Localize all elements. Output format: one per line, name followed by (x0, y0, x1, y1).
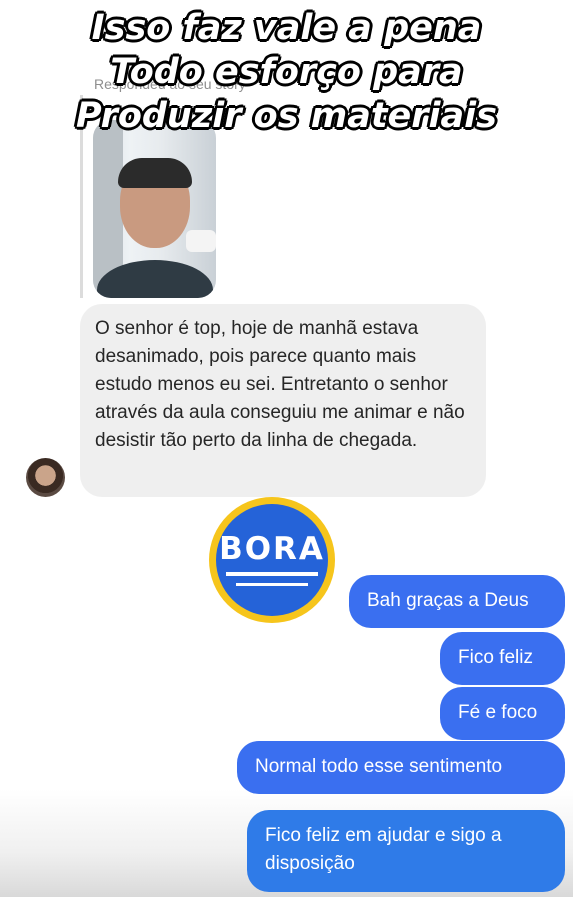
sent-message-bubble[interactable]: Fico feliz em ajudar e sigo a disposição (247, 810, 565, 892)
story-thumbnail[interactable] (93, 120, 216, 298)
thumbnail-person-hair (118, 158, 192, 188)
caption-line-3: Produzir os materiais (75, 95, 498, 137)
sent-message-bubble[interactable]: Bah graças a Deus (349, 575, 565, 628)
caption-line-1: Isso faz vale a pena (91, 7, 483, 49)
sticker-text: BORA (219, 531, 325, 567)
sticker-badge: BORA (216, 504, 328, 616)
sender-avatar[interactable] (26, 458, 65, 497)
sent-message-bubble[interactable]: Fé e foco (440, 687, 565, 740)
sent-message-bubble[interactable]: Fico feliz (440, 632, 565, 685)
sent-message-bubble[interactable]: Normal todo esse sentimento (237, 741, 565, 794)
caption-line-2: Todo esforço para (109, 51, 463, 93)
thumbnail-car (186, 230, 216, 252)
sticker-underline (226, 572, 318, 576)
bora-sticker[interactable]: BORA (209, 497, 335, 623)
received-message-bubble[interactable]: O senhor é top, hoje de manhã estava des… (80, 304, 486, 497)
sticker-underline-short (236, 583, 308, 586)
